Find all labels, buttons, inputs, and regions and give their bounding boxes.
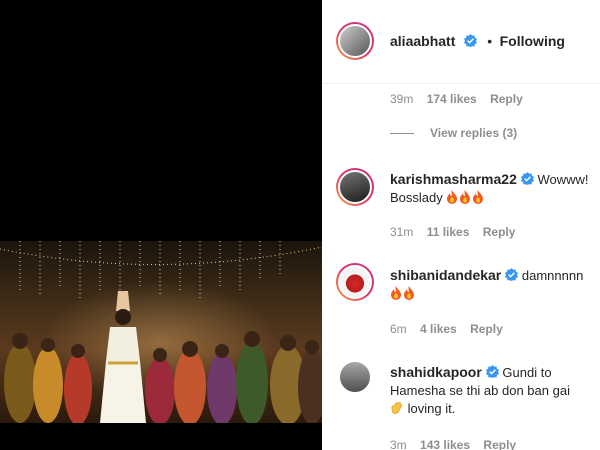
- commenter-username[interactable]: karishmasharma22: [390, 171, 517, 187]
- fire-icon: [460, 190, 471, 204]
- commenter-username[interactable]: shibanidandekar: [390, 267, 501, 283]
- comment-time: 6m: [390, 322, 407, 336]
- fire-icon: [391, 286, 401, 300]
- comment-body: karishmasharma22 Wowww! Bosslady: [390, 170, 590, 207]
- comment-text: damnnnnn: [521, 268, 584, 283]
- comment-time: 31m: [390, 225, 414, 239]
- post-header: aliaabhatt • Following: [322, 0, 600, 84]
- crowd-dancers: [4, 331, 322, 423]
- string-lights: [0, 241, 322, 301]
- comment-meta: 3m 143 likes Reply: [390, 438, 526, 450]
- reply-meta: 39m 174 likes Reply: [390, 92, 533, 106]
- clapping-hands-icon: [391, 402, 403, 414]
- commenter-avatar[interactable]: [336, 263, 374, 301]
- comments-panel: aliaabhatt • Following 39m 174 likes Rep…: [322, 0, 600, 450]
- following-button[interactable]: Following: [500, 33, 565, 49]
- verified-badge-icon: [505, 268, 519, 281]
- comment-text: loving it.: [407, 401, 456, 416]
- comment-likes[interactable]: 11 likes: [427, 225, 470, 239]
- reply-time: 39m: [390, 92, 414, 106]
- comment-time: 3m: [390, 438, 407, 450]
- comment-meta: 6m 4 likes Reply: [390, 322, 513, 336]
- divider-line: [390, 133, 414, 135]
- fire-icon: [447, 190, 458, 204]
- comment-meta: 31m 11 likes Reply: [390, 225, 525, 239]
- fire-icon: [473, 190, 484, 204]
- reply-button[interactable]: Reply: [470, 322, 503, 336]
- reply-button[interactable]: Reply: [490, 92, 523, 106]
- post-media[interactable]: [0, 0, 322, 450]
- fire-emoji-group: [390, 286, 416, 301]
- author-avatar[interactable]: [336, 22, 374, 60]
- author-username[interactable]: aliaabhatt: [390, 33, 455, 49]
- fire-icon: [404, 286, 414, 300]
- lead-dancer: [100, 291, 146, 423]
- video-frame[interactable]: [0, 241, 322, 423]
- verified-badge-icon: [463, 34, 477, 47]
- commenter-avatar[interactable]: [336, 358, 374, 396]
- reply-button[interactable]: Reply: [483, 438, 516, 450]
- fire-emoji-group: [446, 190, 485, 205]
- comment-likes[interactable]: 143 likes: [420, 438, 470, 450]
- comment-text: Bosslady: [390, 190, 443, 205]
- reply-button[interactable]: Reply: [483, 225, 516, 239]
- separator-dot: •: [487, 33, 493, 49]
- verified-badge-icon: [485, 365, 499, 378]
- author-line: aliaabhatt • Following: [390, 33, 565, 51]
- comment-body: shahidkapoor Gundi to Hamesha se thi ab …: [390, 363, 596, 418]
- verified-badge-icon: [520, 172, 534, 185]
- comment-text: Gundi to: [502, 365, 552, 380]
- comment-text: Wowww!: [537, 172, 589, 187]
- reply-likes[interactable]: 174 likes: [427, 92, 477, 106]
- comment-text: Hamesha se thi ab don ban gai: [390, 383, 570, 398]
- commenter-avatar[interactable]: [336, 168, 374, 206]
- comment-body: shibanidandekar damnnnnn: [390, 266, 590, 303]
- view-replies-label: View replies (3): [430, 126, 518, 140]
- commenter-username[interactable]: shahidkapoor: [390, 364, 482, 380]
- view-replies-button[interactable]: View replies (3): [390, 126, 517, 140]
- comment-likes[interactable]: 4 likes: [420, 322, 457, 336]
